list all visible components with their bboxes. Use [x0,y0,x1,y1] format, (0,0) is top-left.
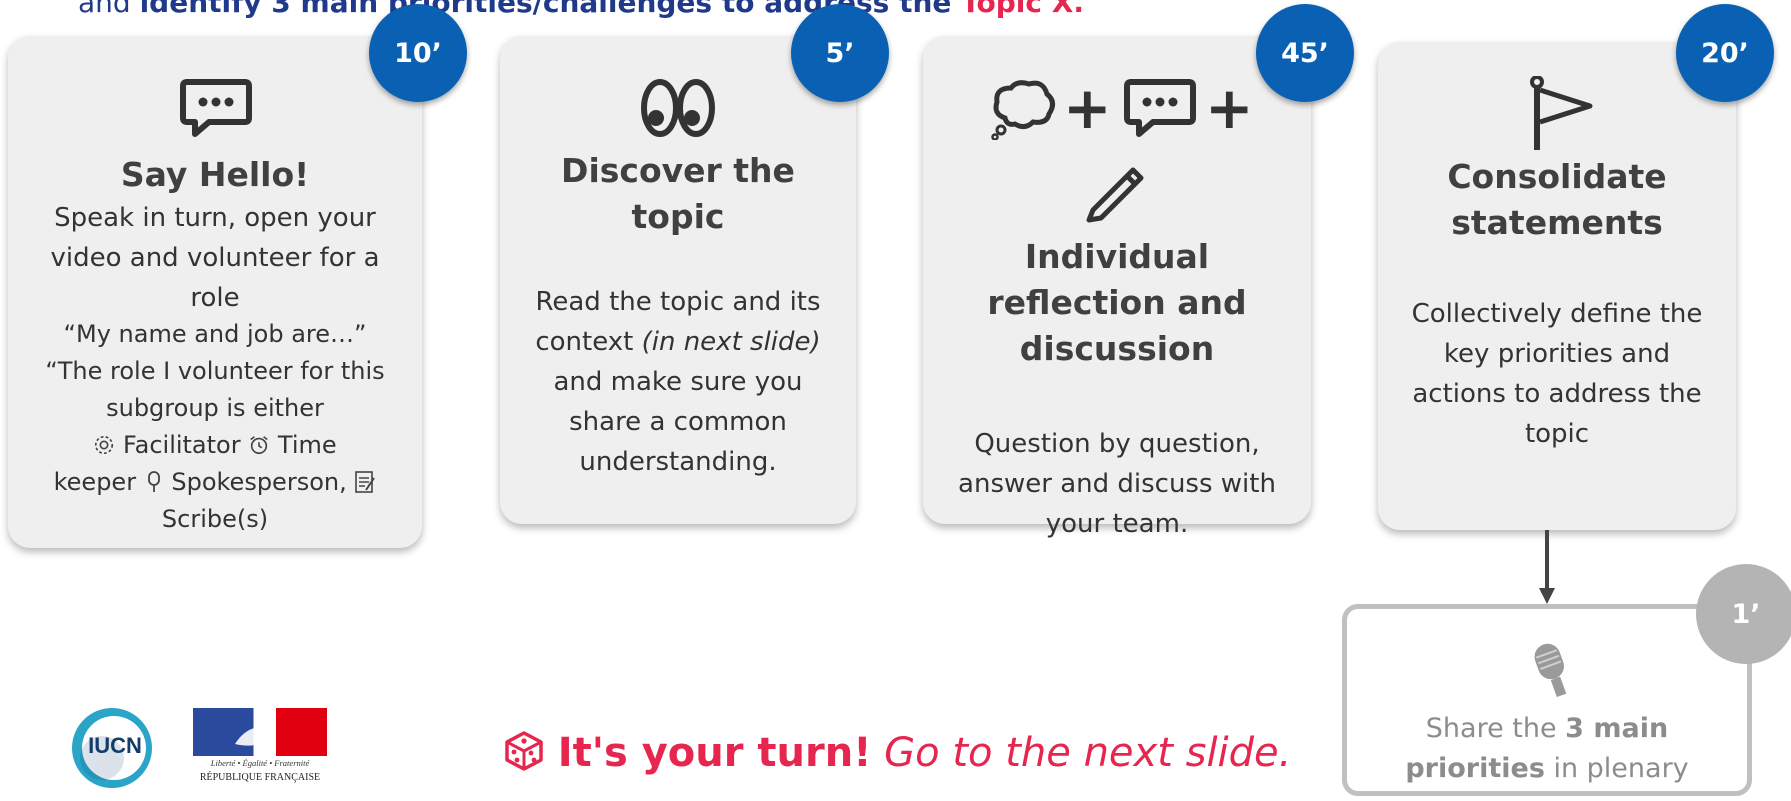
body-line: key priorities and [1443,339,1671,369]
duration-badge: 45’ [1256,4,1354,102]
duration-badge: 10’ [369,4,467,102]
body-line: your team. [1045,509,1189,539]
quote-line: “The role I volunteer for this [45,357,385,385]
body-italic: (in next slide) [641,327,821,357]
card-say-hello: Say Hello! Speak in turn, open your vide… [8,36,422,548]
card-title: Individual reflection and discussion [923,234,1311,372]
share-line-text: Share the [1425,713,1566,744]
body-line: and make sure you [553,367,803,397]
body-line: share a common [569,407,787,437]
quote-line: “My name and job are…” [63,320,367,348]
body-line: Read the topic and its [535,287,821,317]
card-body: Collectively define the key priorities a… [1378,294,1736,454]
memo-icon [354,468,376,496]
card-individual-reflection: + + Individual reflection and discussion… [923,36,1311,539]
body-line: Speak in turn, open your [54,203,376,233]
marianne-icon [235,726,273,746]
share-box: Share the 3 main priorities in plenary [1342,604,1752,796]
body-line: context (in next slide) [500,322,856,362]
your-turn-banner: It's your turn! Go to the next slide. [503,730,1291,776]
thought-bubble-icon [991,78,1057,140]
body-line: Question by question, [974,429,1260,459]
roles-line: keeper Spokesperson, [8,464,422,501]
eyes-icon [640,76,716,140]
alarm-clock-icon [248,431,278,459]
duration-badge: 5’ [791,4,889,102]
iucn-logo: IUCN [70,706,154,796]
body-line: video and volunteer for a [50,243,380,273]
role-time-2: keeper [53,468,137,496]
iucn-logo-text: IUCN [88,733,142,758]
card-consolidate-statements: Consolidate statements Collectively defi… [1378,42,1736,530]
share-line: Share the 3 main [1347,709,1747,749]
card-body: Question by question, answer and discuss… [923,424,1311,544]
body-line: Collectively define the [1411,299,1703,329]
quote-line: subgroup is either [106,394,324,422]
body-line: actions to address the [1412,379,1702,409]
body-text: context [535,327,642,357]
rf-name: RÉPUBLIQUE FRANÇAISE [199,772,321,783]
card-body: Read the topic and its context (in next … [500,282,856,482]
plus-sign: + [1205,74,1254,142]
card-body-roles: “My name and job are…” “The role I volun… [8,316,422,538]
microphone-icon [1527,639,1577,709]
role-facilitator: Facilitator [123,431,241,459]
share-text: Share the 3 main priorities in plenary [1347,709,1747,789]
share-line-text: in plenary [1544,753,1689,784]
headline-prefix: and [78,0,140,19]
body-line: topic [1524,419,1590,449]
dice-icon [503,730,558,776]
role-scribe: Scribe(s) [161,505,269,533]
role-time: Time [277,431,337,459]
speech-bubble-icon [179,78,253,140]
role-spokesperson: Spokesperson, [171,468,347,496]
title-line: Discover the [561,151,795,190]
title-line: discussion [1019,329,1215,368]
headline: and identify 3 main priorities/challenge… [78,0,1478,19]
microphone-small-icon [144,468,172,496]
pencil-icon [1081,154,1153,226]
body-line: understanding. [579,447,777,477]
body-line: role [190,283,240,313]
speech-bubble-icon [1123,78,1197,140]
headline-topic: Topic X. [961,0,1084,19]
roles-line: Facilitator Time [8,427,422,464]
body-line: answer and discuss with [958,469,1276,499]
plus-sign: + [1063,74,1112,142]
title-line: Consolidate [1447,157,1667,196]
down-arrow-icon [1537,530,1557,610]
title-line: reflection and [987,283,1247,322]
turn-bold-text: It's your turn! [557,730,872,776]
rf-motto: Liberté • Égalité • Fraternité [210,758,310,768]
turn-italic-text: Go to the next slide. [884,730,1292,776]
duration-badge: 20’ [1676,4,1774,102]
card-title: Discover the topic [500,148,856,240]
card-discover-topic: Discover the topic Read the topic and it… [500,36,856,524]
card-body: Speak in turn, open your video and volun… [8,198,422,318]
title-line: statements [1451,203,1663,242]
share-line-bold: priorities [1405,753,1545,784]
title-line: topic [631,197,725,236]
share-line: priorities in plenary [1347,749,1747,789]
card-title: Consolidate statements [1378,154,1736,246]
share-line-bold: 3 main [1565,713,1669,744]
republique-francaise-logo: Liberté • Égalité • Fraternité RÉPUBLIQU… [193,708,327,788]
card-title: Say Hello! [120,155,310,194]
title-line: Individual [1024,237,1210,276]
flag-icon [1528,76,1598,152]
duration-badge: 1’ [1696,564,1791,664]
gear-icon [93,431,123,459]
